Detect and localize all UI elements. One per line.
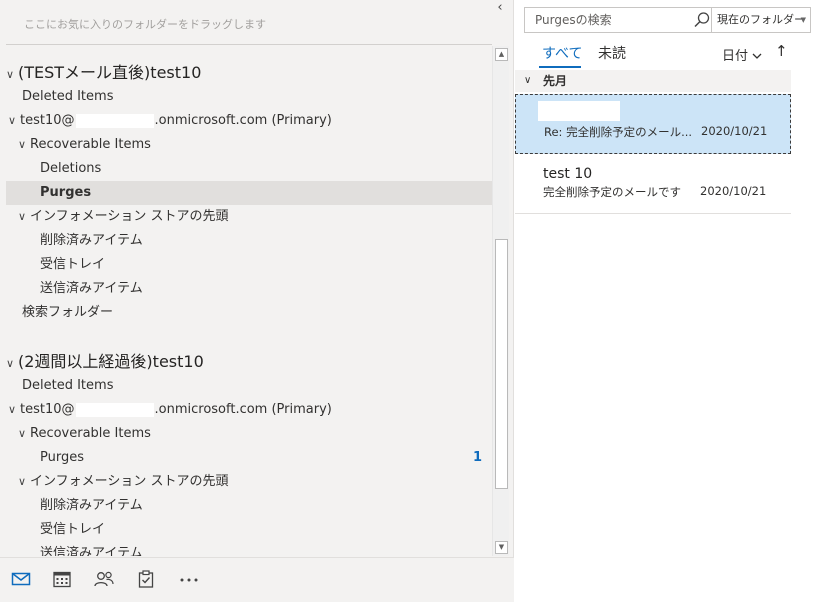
chevron-down-icon[interactable]: ∨ — [8, 109, 20, 133]
search-box[interactable] — [524, 7, 712, 33]
favorites-drop-hint: ここにお気に入りのフォルダーをドラッグします — [24, 18, 266, 31]
folder-label: Purges — [40, 450, 84, 465]
mailbox-suffix: .onmicrosoft.com (Primary) — [154, 402, 332, 417]
folder-label: インフォメーション ストアの先頭 — [30, 209, 229, 224]
unread-count-badge: 1 — [472, 450, 482, 465]
mailbox-suffix: .onmicrosoft.com (Primary) — [154, 113, 332, 128]
group-header-label: 先月 — [543, 74, 568, 88]
folder-label: Deleted Items — [22, 89, 114, 104]
folder-label: 削除済みアイテム — [40, 233, 143, 248]
group-header-last-month[interactable]: ∨ 先月 — [515, 70, 791, 92]
message-sender: test 10 — [543, 166, 593, 182]
mailbox-primary-1[interactable]: ∨ test10@ .onmicrosoft.com (Primary) — [6, 109, 492, 133]
sort-by-date-button[interactable]: 日付 — [722, 45, 762, 64]
folder-label: Recoverable Items — [30, 137, 151, 152]
folder-tree: ∨ (TESTメール直後)test10 Deleted Items ∨ test10… — [6, 60, 492, 556]
scroll-down-arrow-icon[interactable]: ▼ — [495, 541, 508, 554]
folder-label: Recoverable Items — [30, 426, 151, 441]
sort-label: 日付 — [722, 49, 749, 64]
tasks-icon[interactable] — [137, 570, 159, 590]
folder-deleted-items[interactable]: Deleted Items — [6, 374, 492, 398]
people-icon[interactable] — [93, 570, 115, 590]
message-date: 2020/10/21 — [700, 184, 767, 198]
message-subject: Re: 完全削除予定のメール... — [544, 125, 693, 139]
folder-store-top[interactable]: ∨ インフォメーション ストアの先頭 — [6, 470, 492, 494]
folder-deleted-jp[interactable]: 削除済みアイテム — [6, 229, 492, 253]
collapse-pane-button[interactable]: ‹ — [494, 0, 506, 15]
folder-label: 検索フォルダー — [22, 305, 114, 320]
chevron-down-icon[interactable]: ∨ — [18, 422, 30, 446]
tab-all[interactable]: すべて — [542, 43, 582, 63]
folder-inbox[interactable]: 受信トレイ — [6, 518, 492, 542]
search-scope-label: 現在のフォルダー — [717, 13, 805, 26]
folder-purges[interactable]: Purges 1 — [6, 446, 492, 470]
module-bar — [0, 557, 514, 602]
sort-direction-arrow-icon[interactable]: ↑ — [775, 42, 788, 60]
folder-label: インフォメーション ストアの先頭 — [30, 474, 229, 489]
folder-scrollbar[interactable]: ▲ ▼ — [492, 46, 509, 556]
folder-label: 削除済みアイテム — [40, 498, 143, 513]
active-tab-indicator — [539, 66, 581, 68]
search-scope-dropdown[interactable]: 現在のフォルダー ▼ — [712, 7, 811, 33]
folder-label: Deletions — [40, 161, 102, 176]
chevron-down-icon[interactable]: ∨ — [18, 133, 30, 157]
folder-store-top[interactable]: ∨ インフォメーション ストアの先頭 — [6, 205, 492, 229]
folder-deleted-items[interactable]: Deleted Items — [6, 85, 492, 109]
chevron-down-icon[interactable]: ∨ — [18, 470, 30, 494]
folder-label: Purges — [40, 185, 92, 200]
scroll-thumb[interactable] — [495, 239, 508, 489]
folder-sent[interactable]: 送信済みアイテム — [6, 277, 492, 301]
chevron-down-icon[interactable]: ∨ — [8, 398, 20, 422]
folder-pane: ここにお気に入りのフォルダーをドラッグします ‹ ∨ (TESTメール直後)tes… — [0, 0, 514, 602]
folder-label: 送信済みアイテム — [40, 546, 143, 556]
account-header-2[interactable]: ∨ (2週間以上経過後)test10 — [6, 349, 492, 375]
account-header-1[interactable]: ∨ (TESTメール直後)test10 — [6, 60, 492, 86]
folder-label: 受信トレイ — [40, 522, 106, 537]
folder-label: Deleted Items — [22, 378, 114, 393]
message-date: 2020/10/21 — [701, 124, 768, 138]
mail-icon[interactable] — [11, 570, 33, 590]
mailbox-prefix: test10@ — [20, 402, 75, 417]
dropdown-arrow-icon: ▼ — [800, 16, 806, 24]
account-header-label: (2週間以上経過後)test10 — [18, 352, 204, 371]
message-item[interactable]: test 10 完全削除予定のメールです 2020/10/21 — [515, 156, 791, 214]
folder-sent[interactable]: 送信済みアイテム — [6, 542, 492, 556]
account-header-label: (TESTメール直後)test10 — [18, 63, 202, 82]
calendar-icon[interactable] — [52, 570, 74, 590]
folder-purges-selected[interactable]: Purges — [6, 181, 492, 205]
search-icon[interactable] — [693, 11, 711, 33]
redacted-block — [75, 402, 154, 417]
mailbox-primary-2[interactable]: ∨ test10@ .onmicrosoft.com (Primary) — [6, 398, 492, 422]
message-item-selected[interactable]: Re: 完全削除予定のメール... 2020/10/21 — [515, 94, 791, 154]
folder-recoverable-items[interactable]: ∨ Recoverable Items — [6, 422, 492, 446]
tab-unread[interactable]: 未読 — [598, 43, 626, 63]
favorites-divider — [6, 44, 492, 45]
folder-inbox[interactable]: 受信トレイ — [6, 253, 492, 277]
folder-deletions[interactable]: Deletions — [6, 157, 492, 181]
scroll-up-arrow-icon[interactable]: ▲ — [495, 48, 508, 61]
folder-label: 受信トレイ — [40, 257, 106, 272]
redacted-block — [75, 113, 154, 128]
mailbox-prefix: test10@ — [20, 113, 75, 128]
search-input[interactable] — [525, 8, 685, 32]
more-icon[interactable] — [178, 570, 200, 590]
chevron-down-icon[interactable]: ∨ — [18, 205, 30, 229]
folder-deleted-jp[interactable]: 削除済みアイテム — [6, 494, 492, 518]
chevron-down-icon[interactable]: ∨ — [524, 70, 531, 92]
folder-label: 送信済みアイテム — [40, 281, 143, 296]
message-list-pane: 現在のフォルダー ▼ すべて 未読 日付 ↑ ∨ 先月 Re: 完全削除予定のメ… — [515, 0, 822, 602]
folder-recoverable-items[interactable]: ∨ Recoverable Items — [6, 133, 492, 157]
folder-search-folders[interactable]: 検索フォルダー — [6, 301, 492, 325]
chevron-down-icon — [752, 49, 762, 64]
redacted-sender-block — [538, 101, 620, 121]
message-subject: 完全削除予定のメールです — [543, 185, 681, 199]
